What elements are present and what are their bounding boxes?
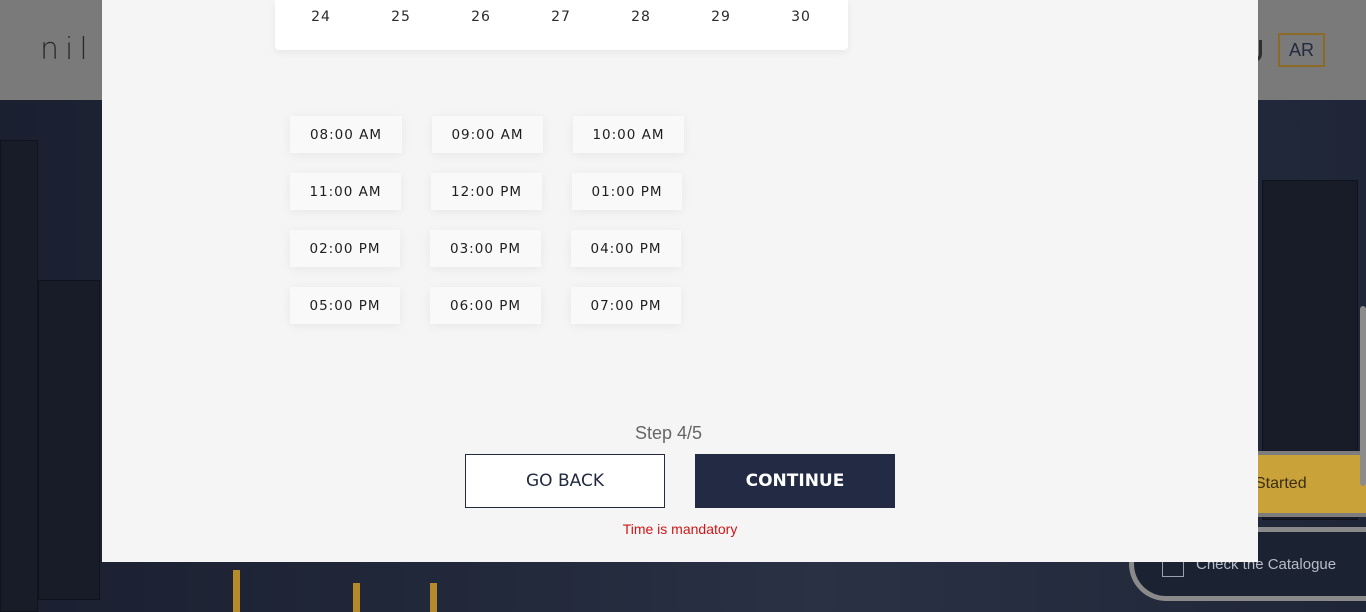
time-slot-button[interactable]: 09:00 AM [432,116,543,153]
calendar-day[interactable]: 28 [621,9,661,25]
kitchen-cabinet [0,140,38,612]
language-button[interactable]: AR [1278,33,1325,67]
step-indicator: Step 4/5 [634,423,703,443]
calendar-day[interactable]: 26 [461,9,501,25]
page-scrollbar[interactable] [1360,306,1366,486]
time-slot-button[interactable]: 07:00 PM [571,287,681,324]
time-slot-button[interactable]: 12:00 PM [431,173,542,210]
calendar-day[interactable]: 30 [781,9,821,25]
decor-bar [233,570,240,612]
calendar-day[interactable]: 24 [301,9,341,25]
calendar: 24 25 26 27 28 29 30 [275,0,848,50]
time-slot-button[interactable]: 06:00 PM [430,287,541,324]
time-slot-button[interactable]: 08:00 AM [290,116,402,153]
time-slot-button[interactable]: 11:00 AM [290,173,401,210]
decor-bar [430,583,437,612]
error-message: Time is mandatory [622,521,738,537]
calendar-day[interactable]: 25 [381,9,421,25]
kitchen-cabinet [38,280,100,600]
time-slot-button[interactable]: 10:00 AM [573,116,684,153]
time-slot-button[interactable]: 05:00 PM [290,287,400,324]
go-back-button[interactable]: GO BACK [465,454,665,508]
time-slot-button[interactable]: 01:00 PM [572,173,682,210]
brand-logo[interactable]: nil [40,32,94,67]
time-slot-button[interactable]: 04:00 PM [571,230,681,267]
time-slot-button[interactable]: 02:00 PM [290,230,400,267]
time-slot-button[interactable]: 03:00 PM [430,230,541,267]
decor-bar [353,583,360,612]
booking-modal: 24 25 26 27 28 29 30 08:00 AM 09:00 AM 1… [102,0,1258,562]
continue-button[interactable]: CONTINUE [695,454,895,508]
calendar-day[interactable]: 29 [701,9,741,25]
calendar-day[interactable]: 27 [541,9,581,25]
